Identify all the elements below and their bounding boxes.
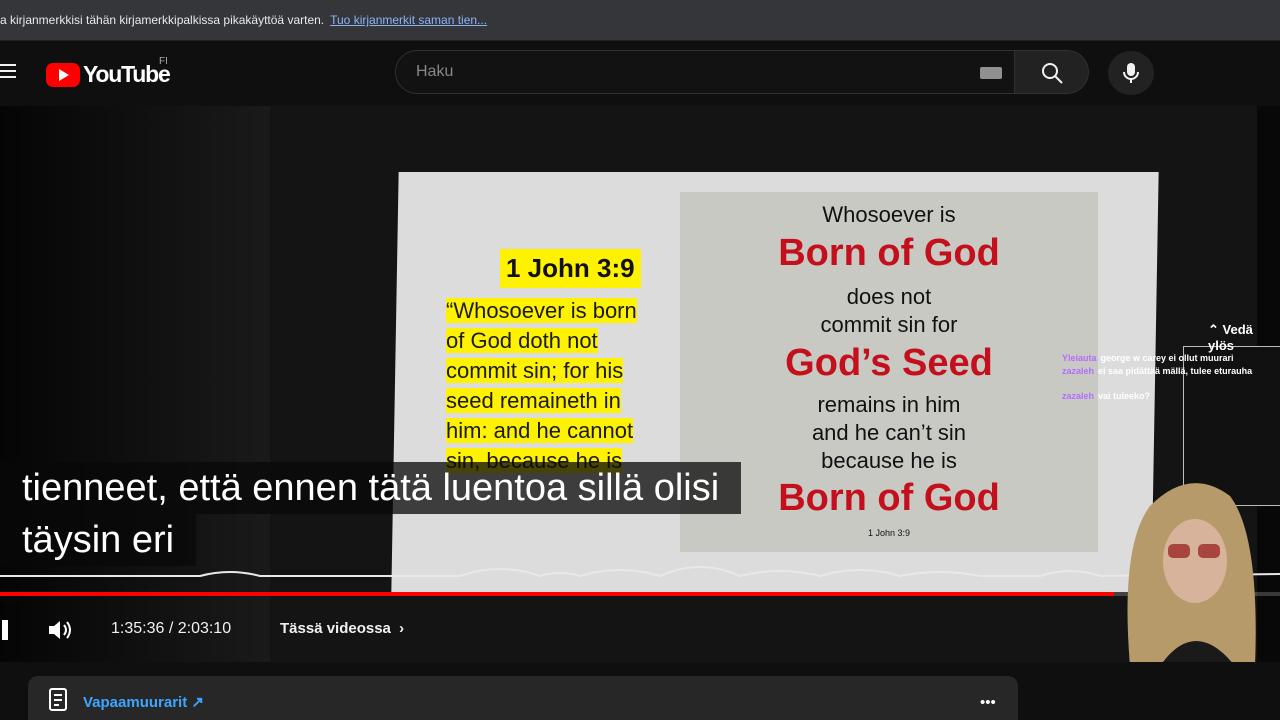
volume-icon [49,621,71,639]
chapters-label: Tässä videossa [280,620,391,637]
audio-waveform [0,566,1280,578]
webcam-overlay [1127,483,1256,662]
captions: tienneet, että ennen tätä luentoa sillä … [0,462,742,566]
chevron-up-icon: ⌃ [1208,322,1219,337]
progress-bar[interactable] [0,592,1280,596]
chevron-right-icon: › [399,620,405,637]
keyboard-icon[interactable] [980,67,1002,79]
description-bar: Vapaamuurarit ↗ ••• [28,676,1018,720]
search-button[interactable] [1015,50,1089,94]
verse-reference: 1 John 3:9 [500,249,641,288]
chat-message: Yleiauta george w carey ei ollut muurari [1062,353,1234,363]
bookmarks-message: a kirjanmerkkisi tähän kirjamerkkipalkis… [0,13,325,27]
masthead: YouTube FI Haku [0,41,1280,106]
overlay-chat: Yleiauta george w carey ei ollut muurari … [1062,352,1252,403]
import-bookmarks-link[interactable]: Tuo kirjanmerkit saman tien... [330,13,487,27]
country-code: FI [159,56,168,67]
chat-message: zazaleh vai tuleeko? [1062,391,1151,401]
logo-text: YouTube [83,61,171,87]
caption-line-1: tienneet, että ennen tätä luentoa sillä … [0,462,742,514]
bookmarks-bar: a kirjanmerkkisi tähän kirjamerkkipalkis… [0,0,1280,41]
document-icon [49,688,67,711]
chapter-link[interactable]: Vapaamuurarit ↗ [83,693,204,711]
verse-text: “Whosoever is born of God doth not commi… [446,298,637,473]
time-display: 1:35:36 / 2:03:10 [111,620,232,637]
pause-button[interactable] [0,620,10,640]
chat-message: zazaleh ei saa pidättää mällä, tulee etur… [1062,366,1253,376]
video-player[interactable]: 1 John 3:9 “Whosoever is born of God dot… [0,106,1280,662]
search-placeholder: Haku [416,63,454,80]
slide-right-panel: Whosoever is Born of God does not commit… [680,192,1098,552]
search-input[interactable]: Haku [395,50,1015,94]
voice-search-button[interactable] [1108,51,1154,95]
search-icon [1042,63,1063,84]
chapters-button[interactable]: Tässä videossa › [280,620,404,637]
progress-fill [0,592,1114,596]
pause-icon [2,620,8,640]
youtube-play-icon [46,62,80,87]
more-options-icon[interactable]: ••• [980,694,996,711]
menu-icon[interactable] [0,64,16,82]
drag-up-label[interactable]: ⌃ Vedä ylös [1208,322,1280,353]
microphone-icon [1123,63,1139,83]
volume-button[interactable] [47,618,75,647]
player-controls: 1:35:36 / 2:03:10 Tässä videossa › [0,606,800,654]
youtube-logo[interactable]: YouTube FI [46,56,171,88]
